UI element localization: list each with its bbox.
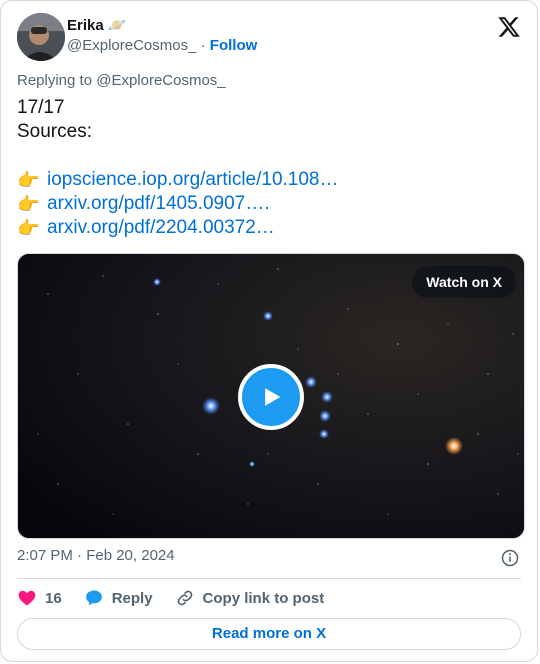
tweet-timestamp[interactable]: 2:07 PM · Feb 20, 2024 xyxy=(17,547,175,564)
source-link-row: 👉 arxiv.org/pdf/2204.00372… xyxy=(17,216,339,240)
handle-separator: · xyxy=(200,37,206,54)
source-links: 👉 iopscience.iop.org/article/10.108… 👉 a… xyxy=(17,168,339,240)
x-logo-icon[interactable] xyxy=(497,15,521,39)
replying-to: Replying to @ExploreCosmos_ xyxy=(17,72,226,89)
play-icon xyxy=(265,388,281,406)
tweet-text: 17/17 Sources: xyxy=(17,97,92,142)
play-button[interactable] xyxy=(238,364,304,430)
like-count: 16 xyxy=(45,589,62,607)
author-name[interactable]: Erika 🪐 xyxy=(67,17,127,35)
pointing-hand-icon: 👉 xyxy=(17,194,40,214)
follow-button[interactable]: Follow xyxy=(210,37,258,54)
source-link[interactable]: arxiv.org/pdf/1405.0907…. xyxy=(47,192,270,216)
like-button[interactable]: 16 xyxy=(17,588,62,608)
source-link-row: 👉 iopscience.iop.org/article/10.108… xyxy=(17,168,339,192)
watch-on-x-button[interactable]: Watch on X xyxy=(412,266,516,298)
copy-link-button[interactable]: Copy link to post xyxy=(175,588,325,608)
link-icon xyxy=(177,590,192,606)
author-handle[interactable]: @ExploreCosmos_ xyxy=(67,37,196,54)
author-handle-line: @ExploreCosmos_ · Follow xyxy=(67,37,257,55)
tweet-card: Erika 🪐 @ExploreCosmos_ · Follow Replyin… xyxy=(0,0,538,662)
avatar[interactable] xyxy=(17,13,65,61)
copy-link-label: Copy link to post xyxy=(202,589,325,607)
source-link[interactable]: iopscience.iop.org/article/10.108… xyxy=(47,168,339,192)
action-bar: 16 Reply Copy link to post xyxy=(17,588,346,608)
source-link-row: 👉 arxiv.org/pdf/1405.0907…. xyxy=(17,192,339,216)
divider xyxy=(17,578,521,579)
reply-label: Reply xyxy=(111,589,153,607)
pointing-hand-icon: 👉 xyxy=(17,218,40,238)
info-icon[interactable] xyxy=(501,549,519,567)
reply-bubble-icon xyxy=(85,590,102,606)
reply-button[interactable]: Reply xyxy=(84,588,153,608)
heart-icon xyxy=(18,590,36,606)
source-link[interactable]: arxiv.org/pdf/2204.00372… xyxy=(47,216,275,240)
pointing-hand-icon: 👉 xyxy=(17,170,40,190)
tweet-header: Erika 🪐 @ExploreCosmos_ · Follow xyxy=(17,13,521,61)
read-more-button[interactable]: Read more on X xyxy=(17,618,521,650)
video-player[interactable]: Watch on X xyxy=(17,253,525,539)
